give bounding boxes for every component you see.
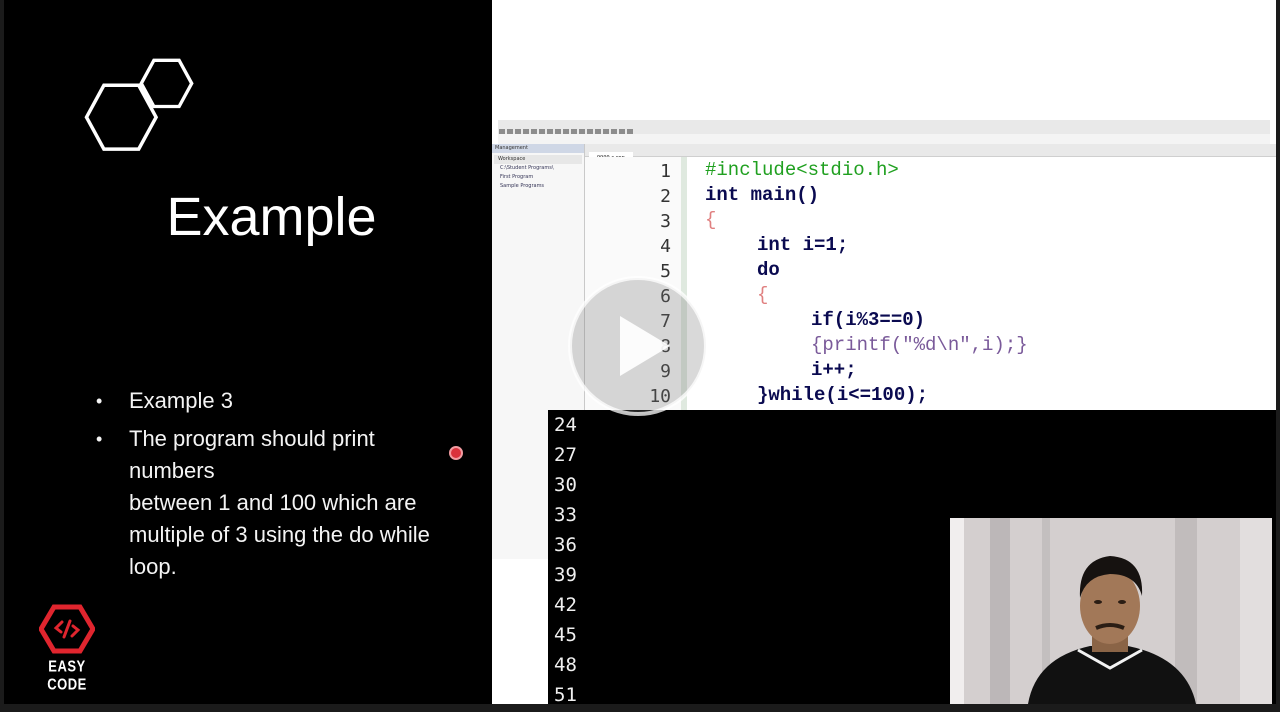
- ide-secondary-toolbar: [498, 134, 1270, 144]
- output-line: 51: [554, 684, 577, 704]
- output-line: 39: [554, 564, 577, 586]
- line-number: 4: [660, 236, 671, 257]
- tree-item[interactable]: First Program: [492, 173, 584, 182]
- code-line: do: [757, 259, 780, 281]
- bullet-item: The program should print numbers between…: [96, 423, 436, 583]
- code-line: i++;: [811, 359, 857, 381]
- output-line: 45: [554, 624, 577, 646]
- line-number: 1: [660, 161, 671, 182]
- code-line: int i=1;: [757, 234, 849, 256]
- code-line: }while(i<=100);: [757, 384, 929, 406]
- file-tab-bar: 9999.c.cpp: [585, 144, 1276, 164]
- bullet-text: The program should print numbers between…: [129, 426, 430, 579]
- ide-toolbar[interactable]: [498, 120, 1270, 135]
- output-line: 42: [554, 594, 577, 616]
- slide-panel: Example Example 3 The program should pri…: [4, 0, 492, 704]
- management-panel-header: Management: [492, 144, 584, 153]
- code-line: if(i%3==0): [811, 309, 926, 331]
- code-line: int main(): [705, 184, 820, 206]
- output-line: 36: [554, 534, 577, 556]
- code-hexagon-icon: [38, 604, 96, 654]
- code-line: {printf("%d\n",i);}: [811, 334, 1028, 356]
- pointer-indicator: [449, 446, 463, 460]
- bullet-item: Example 3: [96, 385, 436, 417]
- play-button-icon[interactable]: [566, 274, 710, 418]
- webcam-overlay: [950, 518, 1272, 704]
- code-line: #include<stdio.h>: [705, 159, 899, 181]
- slide-title: Example: [166, 187, 377, 247]
- bullet-list: Example 3 The program should print numbe…: [96, 385, 436, 589]
- presenter-video-icon: [950, 518, 1272, 704]
- brand-logo: EASY CODE: [32, 604, 102, 693]
- code-line: {: [757, 284, 769, 306]
- line-number: 2: [660, 186, 671, 207]
- hexagon-logo-icon: [84, 58, 194, 151]
- brand-name: EASY CODE: [47, 657, 87, 693]
- output-line: 33: [554, 504, 577, 526]
- output-line: 30: [554, 474, 577, 496]
- code-line: {: [705, 209, 717, 231]
- video-frame[interactable]: Example Example 3 The program should pri…: [4, 0, 1276, 704]
- output-line: 48: [554, 654, 577, 676]
- tree-item[interactable]: Sample Programs: [492, 182, 584, 191]
- bullet-text: Example 3: [129, 388, 233, 413]
- tab-workspace[interactable]: Workspace: [494, 155, 582, 164]
- tree-item[interactable]: C:\Student Programs\: [492, 164, 584, 173]
- output-line: 27: [554, 444, 577, 466]
- line-number: 3: [660, 211, 671, 232]
